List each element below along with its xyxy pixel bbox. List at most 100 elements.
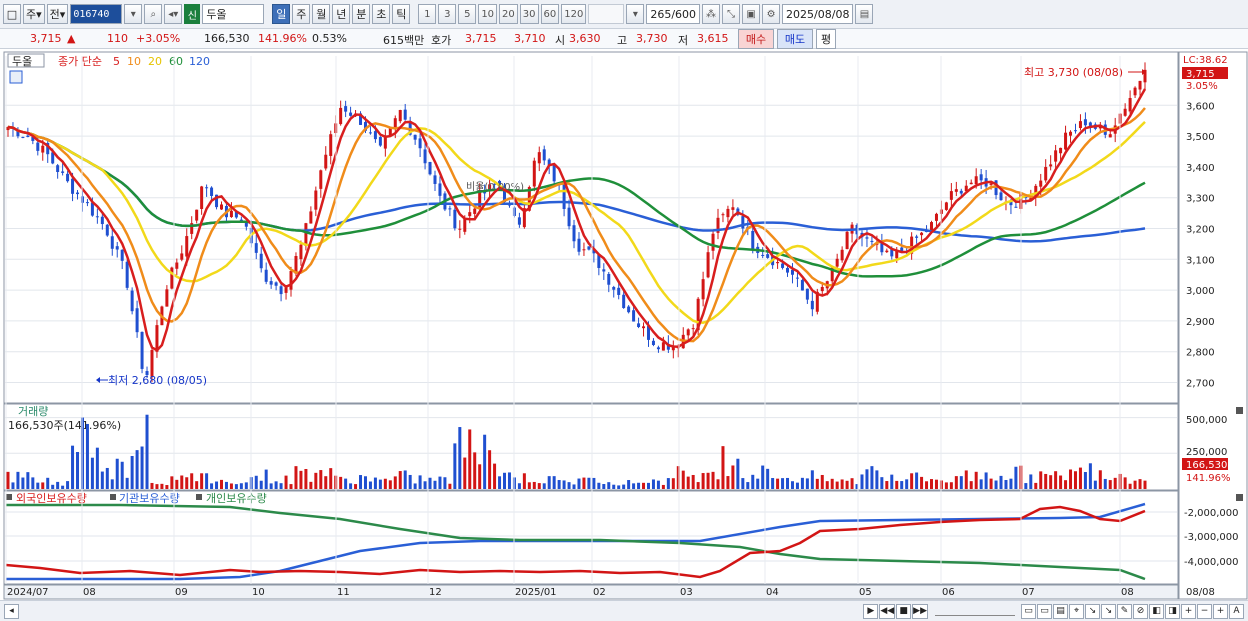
stock-code-field[interactable]: 016740	[70, 4, 123, 24]
buy-button[interactable]: 매수	[738, 29, 774, 49]
font-size-up-icon[interactable]: +	[1213, 603, 1228, 619]
candle-body	[1044, 166, 1048, 181]
type-select-2[interactable]: 전 ▾	[46, 4, 69, 24]
candle-body	[542, 149, 546, 161]
period-week[interactable]: 주	[292, 4, 311, 24]
volume-tag-pct: 141.96%	[1186, 473, 1231, 484]
minute-30[interactable]: 30	[519, 4, 539, 24]
volume-bar	[681, 470, 685, 489]
minute-10[interactable]: 10	[478, 4, 498, 24]
period-day[interactable]: 일	[272, 4, 291, 24]
volume-bar	[458, 427, 462, 489]
play-icon[interactable]: ▶	[863, 603, 879, 619]
volume-bar	[642, 482, 646, 489]
stock-name-field[interactable]: 두올	[202, 4, 265, 24]
tool-icon-7[interactable]: ◨	[1165, 603, 1180, 619]
search-icon[interactable]: ⌕	[144, 4, 163, 24]
volume-bar	[1108, 480, 1112, 489]
volume-bar	[835, 481, 839, 489]
volume-bar	[428, 477, 432, 489]
minute-1[interactable]: 1	[418, 4, 437, 24]
volume-bar	[989, 478, 993, 489]
period-year[interactable]: 년	[332, 4, 351, 24]
rewind-icon[interactable]: ◀◀	[879, 603, 896, 619]
period-month[interactable]: 월	[312, 4, 331, 24]
open-label: 시	[555, 34, 566, 47]
candle-body	[254, 243, 258, 253]
window-icon[interactable]: □	[3, 4, 21, 24]
save-icon[interactable]: ▣	[742, 4, 761, 24]
sell-button[interactable]: 매도	[777, 29, 813, 49]
font-icon[interactable]: A	[1229, 603, 1244, 619]
candle-body	[105, 224, 109, 236]
period-minute[interactable]: 분	[352, 4, 371, 24]
code-dropdown-icon[interactable]: ▾	[124, 4, 143, 24]
layout-icon-3[interactable]: ▤	[1053, 603, 1068, 619]
period-tick[interactable]: 틱	[392, 4, 411, 24]
eval-button[interactable]: 평	[816, 29, 836, 49]
minute-60[interactable]: 60	[540, 4, 560, 24]
volume-bar	[90, 457, 94, 489]
volume-bar	[959, 476, 963, 489]
volume-bar	[711, 471, 715, 489]
zoom-out-icon[interactable]: −	[1197, 603, 1212, 619]
calendar-icon[interactable]: ▤	[855, 4, 874, 24]
scroll-left-icon[interactable]: ◂	[4, 603, 19, 619]
bid-label: 호가	[431, 34, 452, 47]
volume-bar	[969, 481, 973, 489]
pct-tag-text: 3.05%	[1186, 81, 1218, 92]
period-second[interactable]: 초	[372, 4, 391, 24]
volume-bar	[46, 477, 50, 489]
tool-icon-3[interactable]: ↘	[1101, 603, 1116, 619]
crosshair-toggle-icon[interactable]	[9, 70, 23, 84]
candle-body	[289, 271, 293, 290]
volume-bar	[666, 478, 670, 489]
stop-icon[interactable]: ■	[896, 603, 912, 619]
candle-body	[76, 192, 80, 195]
candle-body	[130, 290, 134, 312]
volume-bar	[294, 466, 298, 489]
chart-tools-icon[interactable]: ⁂	[702, 4, 721, 24]
volume-bar	[31, 477, 35, 489]
tool-icon-4[interactable]: ✎	[1117, 603, 1132, 619]
stock-chart[interactable]: 두올 종가 단순 5 10 20 60 120 최고 3,730 (08/08)…	[0, 51, 1248, 621]
candle-body	[423, 149, 427, 164]
volume-bar	[815, 478, 819, 489]
tool-icon-5[interactable]: ⊘	[1133, 603, 1148, 619]
custom-period-field[interactable]	[588, 4, 625, 24]
speaker-icon[interactable]: ◂▾	[164, 4, 183, 24]
candle-body	[115, 246, 119, 250]
candle-body	[36, 142, 40, 151]
minute-20[interactable]: 20	[499, 4, 518, 24]
candle-body	[766, 254, 770, 258]
legend-ma60: 60	[169, 55, 183, 68]
holding-panel-close-icon[interactable]	[1236, 494, 1243, 501]
candle-body	[786, 267, 790, 273]
volume-panel-close-icon[interactable]	[1236, 407, 1243, 414]
tool-icon-6[interactable]: ◧	[1149, 603, 1164, 619]
volume-bar	[11, 482, 15, 489]
type-select-1[interactable]: 주 ▾	[23, 4, 45, 24]
volume-bar	[786, 477, 790, 489]
forward-icon[interactable]: ▶▶	[912, 603, 928, 619]
volume-bar	[731, 465, 735, 489]
layout-icon-2[interactable]: ▭	[1037, 603, 1052, 619]
bottom-scroll-bar: ◂ ▶ ◀◀ ■ ▶▶ ▭ ▭ ▤ ⌖ ↘ ↘ ✎ ⊘ ◧ ◨ + − + A	[0, 600, 1248, 621]
price-tick-2900: 2,900	[1186, 317, 1215, 328]
gear-icon[interactable]: ⚙	[762, 4, 781, 24]
custom-dropdown-icon[interactable]: ▾	[626, 4, 645, 24]
layout-icon-1[interactable]: ▭	[1021, 603, 1036, 619]
zoom-slider[interactable]	[935, 606, 1015, 616]
tool-icon-1[interactable]: ⌖	[1069, 603, 1084, 619]
minute-3[interactable]: 3	[438, 4, 457, 24]
zoom-in-icon[interactable]: +	[1181, 603, 1196, 619]
candle-body	[319, 170, 323, 189]
tool-icon-2[interactable]: ↘	[1085, 603, 1100, 619]
minute-5[interactable]: 5	[458, 4, 477, 24]
minute-120[interactable]: 120	[561, 4, 587, 24]
drawing-icon[interactable]: ⤡	[722, 4, 741, 24]
volume-bar	[359, 475, 363, 489]
count-field[interactable]: 265/600	[646, 4, 701, 24]
date-field[interactable]: 2025/08/08	[782, 4, 854, 24]
volume-bar	[537, 483, 541, 489]
